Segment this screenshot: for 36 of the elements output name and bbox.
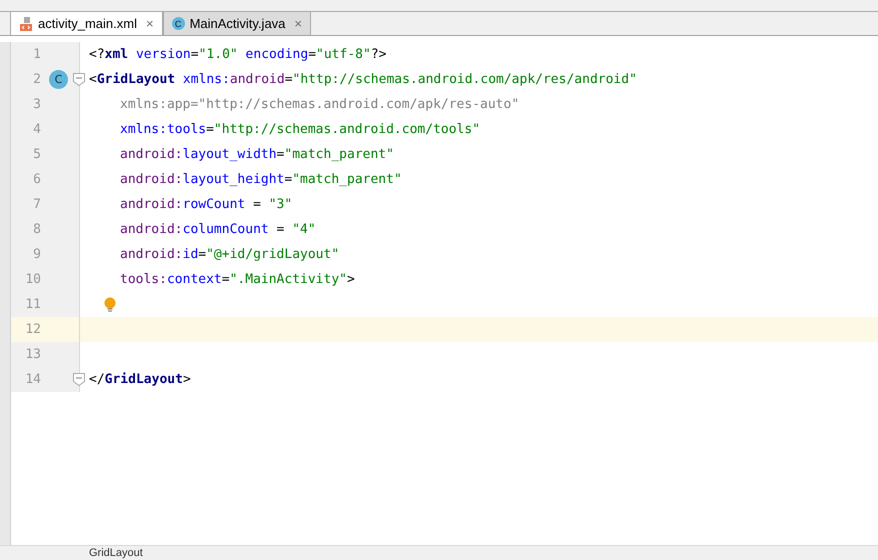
close-icon[interactable]: × <box>146 16 154 31</box>
line-number: 9 <box>32 247 41 262</box>
code-line: <GridLayout xmlns:android="http://schemas.android.com/apk/res/android" <box>88 72 637 87</box>
class-icon: C <box>172 17 185 30</box>
line-number: 12 <box>24 322 41 337</box>
xml-file-icon <box>19 16 33 30</box>
fold-icon[interactable] <box>73 73 85 86</box>
code-line: android:layout_width="match_parent" <box>119 147 394 162</box>
line-number: 3 <box>32 97 41 112</box>
line-number: 5 <box>32 147 41 162</box>
code-line: android:rowCount = "3" <box>119 197 292 212</box>
line-number: 13 <box>24 347 41 362</box>
line-number: 1 <box>32 47 41 62</box>
editor-tab[interactable]: C MainActivity.java × <box>162 11 311 35</box>
code-line: xmlns:app="http://schemas.android.com/apk/res-auto" <box>119 97 520 112</box>
close-icon[interactable]: × <box>294 16 302 31</box>
code-line: xmlns:tools="http://schemas.android.com/tools" <box>119 122 480 137</box>
lightbulb-icon[interactable] <box>104 297 116 312</box>
code-line: </GridLayout> <box>88 372 191 387</box>
code-line: android:layout_height="match_parent" <box>119 172 402 187</box>
editor-tab[interactable]: activity_main.xml × <box>10 11 163 35</box>
line-number: 2 <box>32 72 41 87</box>
line-number: 4 <box>32 122 41 137</box>
breadcrumb[interactable]: GridLayout <box>89 547 143 559</box>
code-line: android:columnCount = "4" <box>119 222 316 237</box>
line-number: 14 <box>24 372 41 387</box>
code-line: <?xml version="1.0" encoding="utf-8"?> <box>88 47 386 62</box>
line-number: 6 <box>32 172 41 187</box>
class-badge-icon[interactable]: C <box>49 70 68 89</box>
line-number: 10 <box>24 272 41 287</box>
line-number: 11 <box>24 297 41 312</box>
code-line: tools:context=".MainActivity"> <box>119 272 355 287</box>
line-number: 7 <box>32 197 41 212</box>
code-line: android:id="@+id/gridLayout" <box>119 247 340 262</box>
fold-icon[interactable] <box>73 373 85 386</box>
line-number: 8 <box>32 222 41 237</box>
